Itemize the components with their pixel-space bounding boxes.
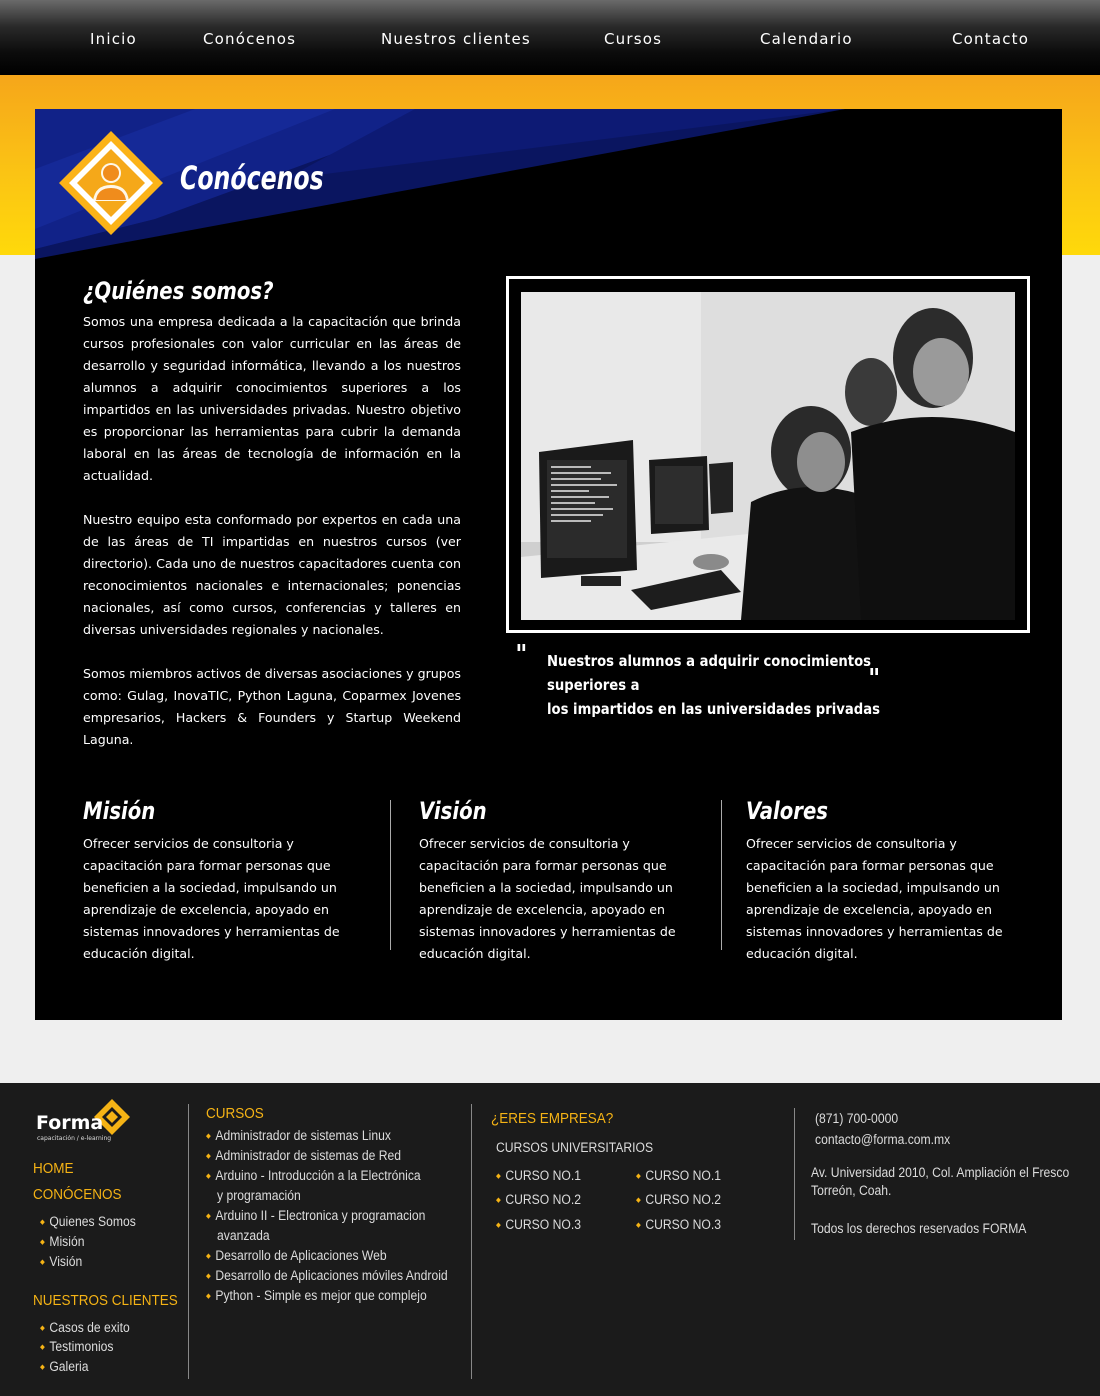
valores-title: Valores (746, 797, 829, 825)
footer-link-quienes-somos[interactable]: Quienes Somos (40, 1214, 135, 1229)
footer-curso-arduino-cont: y programación (217, 1188, 301, 1203)
footer-link-mision[interactable]: Misión (40, 1234, 84, 1249)
footer-link-vision[interactable]: Visión (40, 1254, 82, 1269)
about-paragraph: Somos miembros activos de diversas asoci… (83, 666, 461, 747)
footer-curso-red[interactable]: Administrador de sistemas de Red (206, 1148, 401, 1163)
nav-inicio[interactable]: Inicio (90, 30, 137, 48)
column-divider (721, 800, 722, 950)
quote-close-icon: " (868, 664, 881, 694)
footer-address-line2: Torreón, Coah. (811, 1183, 892, 1198)
footer-curso-arduino-2-cont: avanzada (217, 1228, 270, 1243)
footer-curso-web[interactable]: Desarrollo de Aplicaciones Web (206, 1248, 386, 1263)
footer-curso-arduino[interactable]: Arduino - Introducción a la Electrónica (206, 1168, 420, 1183)
nav-nuestros-clientes[interactable]: Nuestros clientes (381, 30, 531, 48)
footer-curso-no1-left[interactable]: CURSO NO.1 (496, 1168, 581, 1183)
footer-curso-arduino-2[interactable]: Arduino II - Electronica y programacion (206, 1208, 425, 1223)
main-content-panel: Conócenos ¿Quiénes somos? Somos una empr… (35, 109, 1062, 1020)
nav-contacto[interactable]: Contacto (952, 30, 1029, 48)
quote-open-icon: " (515, 640, 528, 670)
logo-tagline: capacitación / e-learning (37, 1135, 112, 1142)
person-diamond-icon (59, 131, 163, 235)
footer-phone: (871) 700-0000 (815, 1111, 899, 1126)
footer-link-testimonios[interactable]: Testimonios (40, 1339, 113, 1354)
footer-link-home[interactable]: HOME (33, 1160, 74, 1177)
vision-title: Visión (419, 797, 487, 825)
logo-text: Forma (36, 1112, 104, 1134)
footer-curso-no3-right[interactable]: CURSO NO.3 (636, 1217, 721, 1232)
students-photo (521, 292, 1015, 620)
footer-link-galeria[interactable]: Galeria (40, 1359, 88, 1374)
about-text: Somos una empresa dedicada a la capacita… (83, 311, 461, 773)
page-title: Conócenos (180, 159, 324, 197)
footer-curso-android[interactable]: Desarrollo de Aplicaciones móviles Andro… (206, 1268, 447, 1283)
footer-curso-no2-left[interactable]: CURSO NO.2 (496, 1192, 581, 1207)
forma-logo[interactable]: Forma capacitación / e-learning (36, 1097, 136, 1147)
footer-curso-no2-right[interactable]: CURSO NO.2 (636, 1192, 721, 1207)
mision-text: Ofrecer servicios de consultoria y capac… (83, 836, 340, 961)
footer-address-line1: Av. Universidad 2010, Col. Ampliación el… (811, 1165, 1070, 1180)
footer-curso-python[interactable]: Python - Simple es mejor que complejo (206, 1288, 426, 1303)
vision-text: Ofrecer servicios de consultoria y capac… (419, 836, 676, 961)
footer-cursos-universitarios: CURSOS UNIVERSITARIOS (496, 1140, 654, 1155)
footer-link-conocenos[interactable]: CONÓCENOS (33, 1186, 122, 1203)
footer-link-nuestros-clientes[interactable]: NUESTROS CLIENTES (33, 1292, 178, 1309)
footer-eres-empresa[interactable]: ¿ERES EMPRESA? (491, 1110, 613, 1127)
quote-block: " Nuestros alumnos a adquirir conocimien… (515, 642, 917, 721)
quote-line-2: los impartidos en las universidades priv… (547, 700, 881, 718)
about-title: ¿Quiénes somos? (83, 277, 274, 305)
about-paragraph: Somos una empresa dedicada a la capacita… (83, 314, 461, 483)
about-paragraph: Nuestro equipo esta conformado por exper… (83, 512, 461, 637)
footer-cursos-title[interactable]: CURSOS (206, 1105, 264, 1122)
footer-divider (188, 1104, 189, 1379)
top-navigation: Inicio Conócenos Nuestros clientes Curso… (0, 0, 1100, 75)
nav-conocenos[interactable]: Conócenos (203, 30, 296, 48)
team-photo-frame (506, 276, 1030, 633)
valores-text: Ofrecer servicios de consultoria y capac… (746, 836, 1003, 961)
column-divider (390, 800, 391, 950)
footer-link-casos-exito[interactable]: Casos de exito (40, 1320, 129, 1335)
footer (0, 1083, 1100, 1396)
footer-curso-no3-left[interactable]: CURSO NO.3 (496, 1217, 581, 1232)
footer-rights: Todos los derechos reservados FORMA (811, 1221, 1027, 1236)
nav-calendario[interactable]: Calendario (760, 30, 853, 48)
footer-curso-no1-right[interactable]: CURSO NO.1 (636, 1168, 721, 1183)
footer-divider (471, 1104, 472, 1379)
footer-email-link[interactable]: contacto@forma.com.mx (815, 1132, 950, 1147)
quote-line-1: Nuestros alumnos a adquirir conocimiento… (547, 652, 872, 694)
footer-curso-linux[interactable]: Administrador de sistemas Linux (206, 1128, 391, 1143)
mision-title: Misión (83, 797, 156, 825)
nav-cursos[interactable]: Cursos (604, 30, 662, 48)
footer-divider (794, 1108, 795, 1240)
